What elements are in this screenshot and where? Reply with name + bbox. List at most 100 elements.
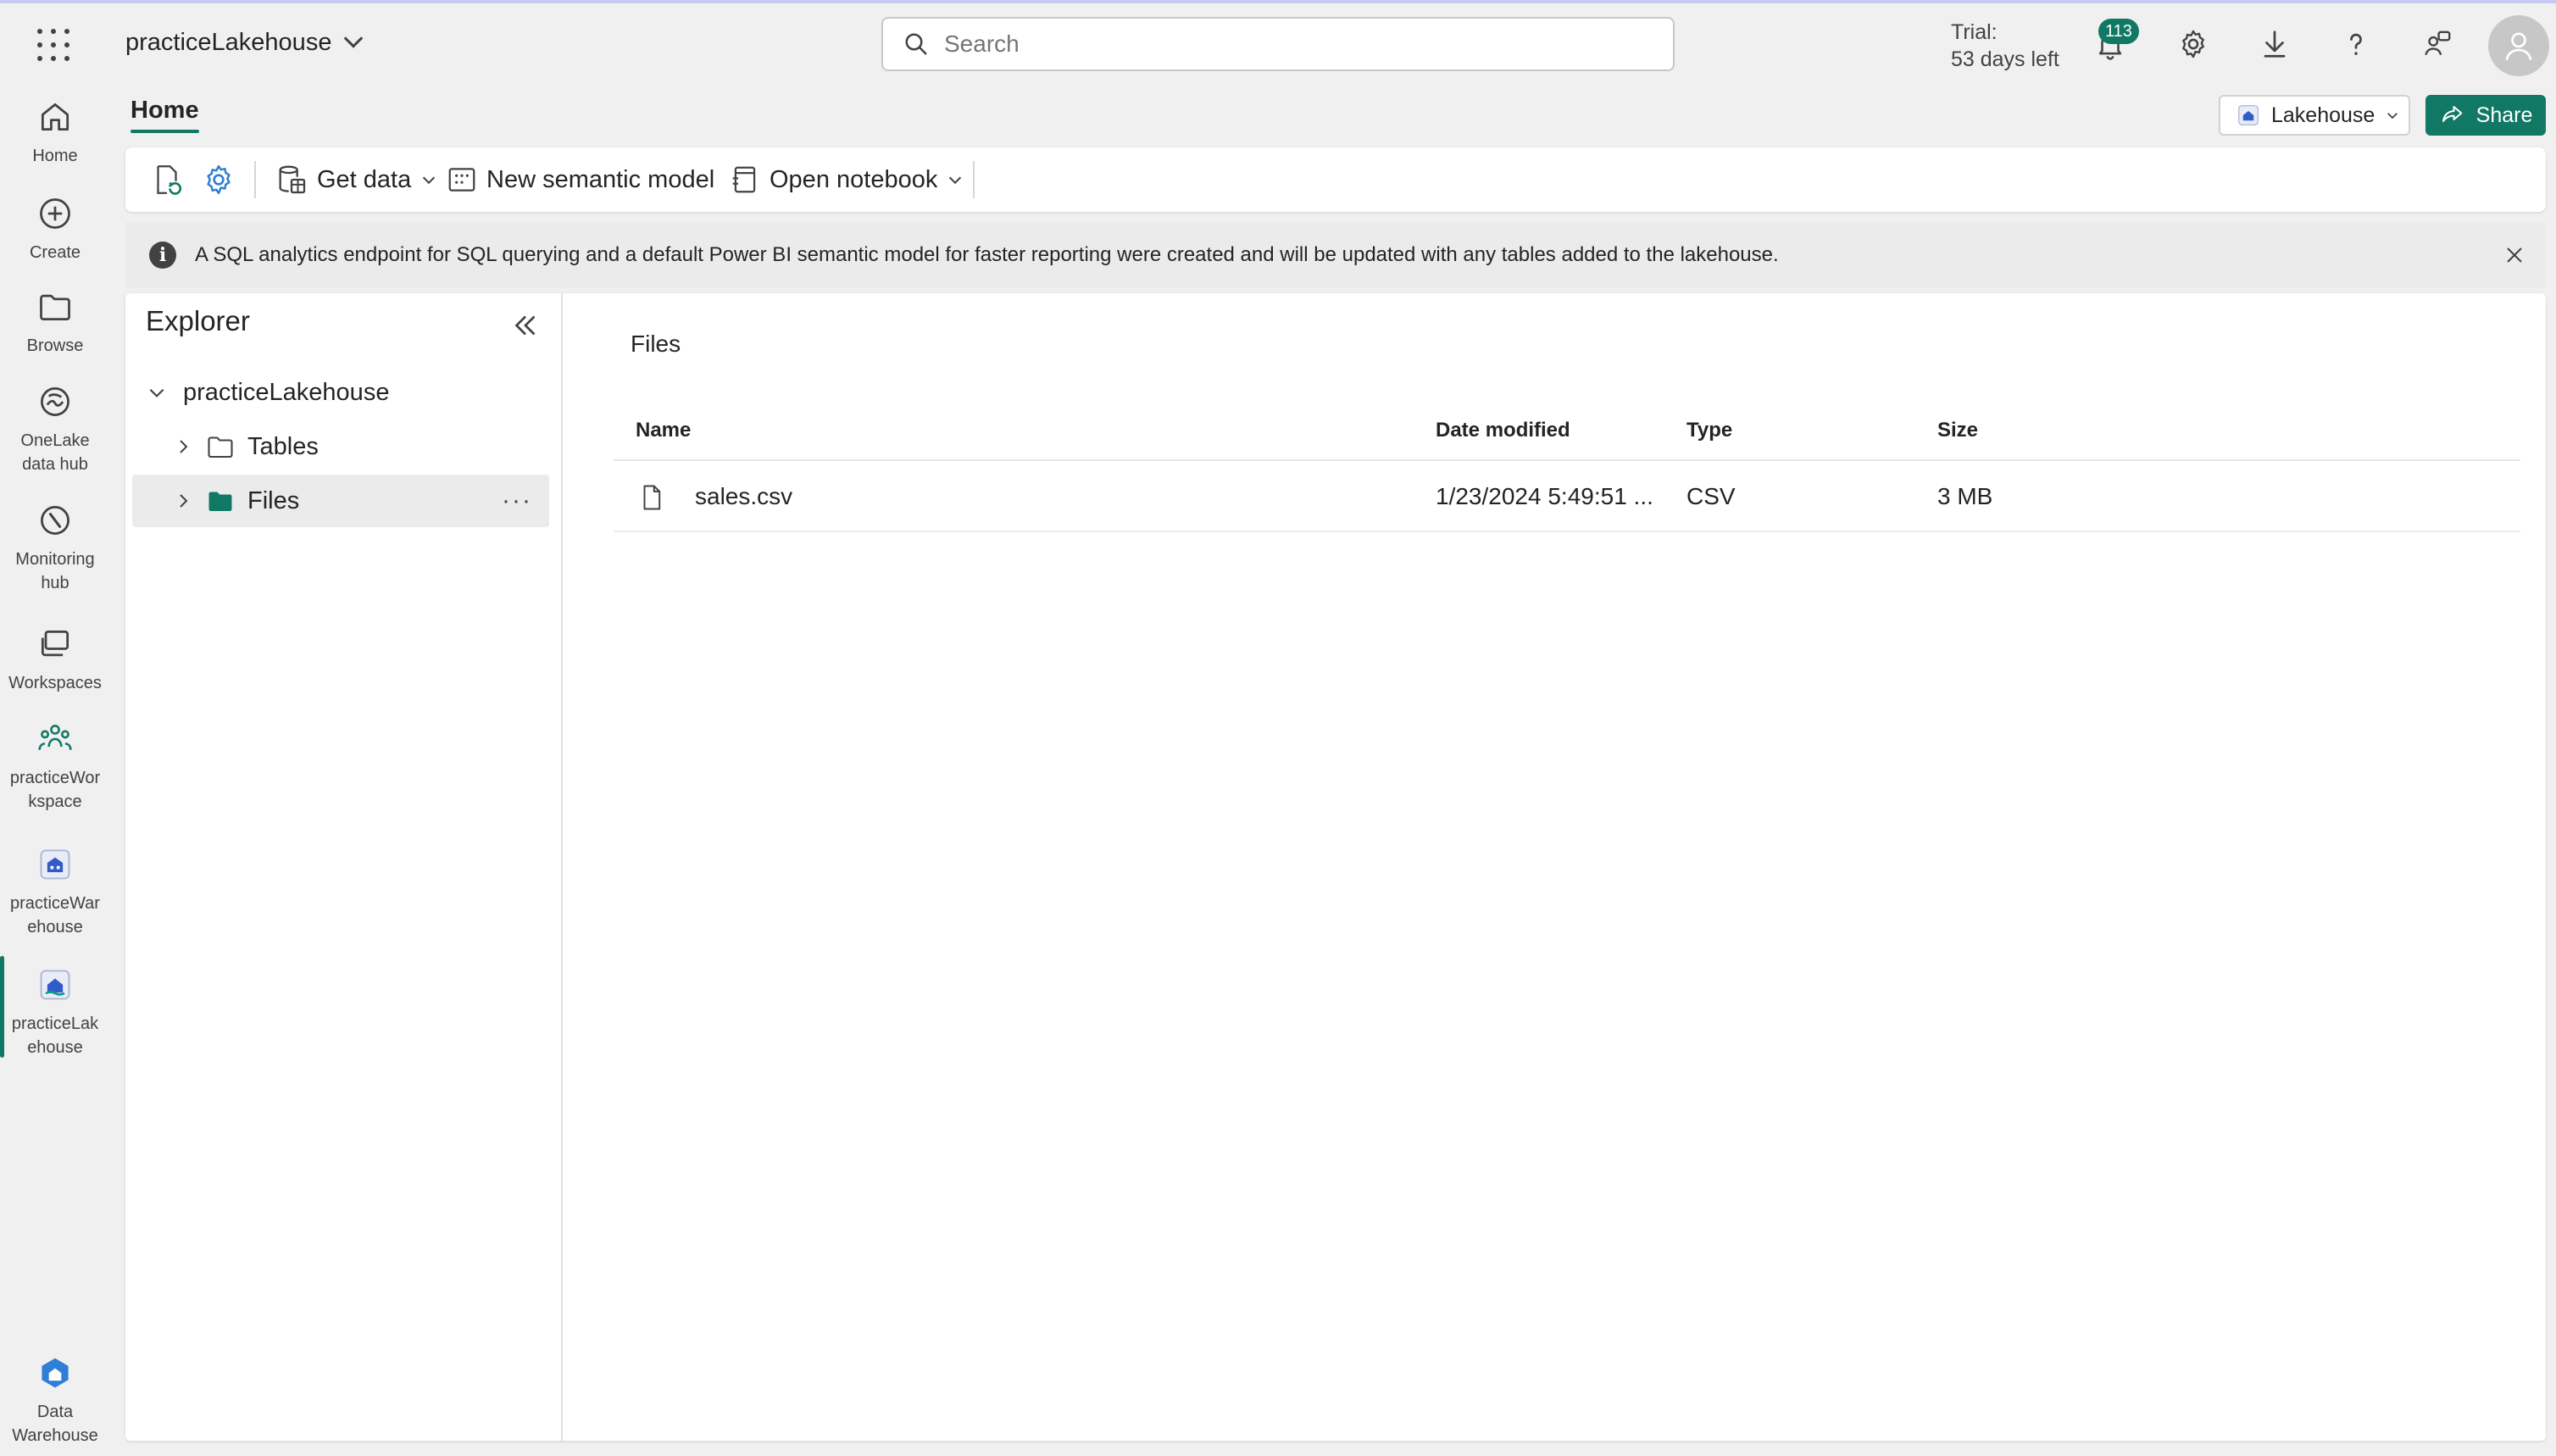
home-icon	[35, 97, 75, 137]
folder-icon	[208, 436, 233, 458]
row-divider	[614, 531, 2520, 532]
rail-label: data hub	[22, 455, 88, 474]
rail-item-practice-workspace[interactable]: practiceWor kspace	[0, 719, 110, 814]
share-button[interactable]: Share	[2425, 95, 2546, 136]
rail-label: practiceWar	[10, 894, 100, 913]
rail-label: practiceWor	[9, 769, 101, 787]
refresh-file-icon	[157, 165, 182, 195]
collapse-explorer-button[interactable]	[510, 310, 544, 344]
warehouse-icon	[35, 844, 75, 885]
rail-label: Create	[29, 243, 81, 262]
column-header-size[interactable]: Size	[1937, 419, 1978, 442]
chevron-down-icon	[423, 176, 436, 185]
monitor-icon	[35, 500, 75, 541]
search-input[interactable]	[944, 31, 1622, 58]
double-chevron-left-icon	[514, 315, 536, 336]
folder-icon	[35, 286, 75, 327]
tree-item-tables[interactable]: Tables	[132, 420, 549, 473]
user-icon	[2505, 32, 2532, 60]
workspaces-icon	[35, 624, 75, 664]
rail-item-data-warehouse[interactable]: Data Warehouse	[0, 1353, 110, 1448]
trial-days-left: 53 days left	[1951, 47, 2059, 71]
people-icon	[35, 719, 75, 759]
onelake-icon	[35, 381, 75, 422]
column-header-type[interactable]: Type	[1686, 419, 1732, 442]
gear-icon	[2182, 30, 2204, 58]
tree-item-files[interactable]: Files ···	[132, 475, 549, 527]
tab-home[interactable]: Home	[131, 97, 199, 133]
trial-status[interactable]: Trial: 53 days left	[1951, 19, 2059, 73]
file-icon	[643, 485, 661, 510]
info-message-text: A SQL analytics endpoint for SQL queryin…	[195, 243, 1779, 266]
tree-root-label: practiceLakehouse	[183, 378, 390, 406]
tree-item-label: Tables	[247, 432, 319, 460]
tree-root-lakehouse[interactable]: practiceLakehouse	[132, 366, 549, 419]
rail-item-create[interactable]: Create	[0, 193, 110, 264]
download-icon	[2264, 31, 2286, 58]
file-name[interactable]: sales.csv	[695, 483, 792, 510]
item-title: practiceLakehouse	[125, 29, 332, 56]
open-notebook-label: Open notebook	[770, 165, 938, 193]
column-header-name[interactable]: Name	[636, 419, 691, 442]
toolbar-divider	[254, 161, 256, 198]
gear-icon	[207, 164, 231, 195]
explorer-title: Explorer	[146, 305, 250, 336]
lakehouse-settings-button[interactable]	[202, 163, 236, 197]
question-mark-icon	[2350, 33, 2362, 55]
avatar[interactable]	[2488, 15, 2549, 76]
folder-filled-icon	[208, 492, 232, 511]
new-semantic-model-button[interactable]: New semantic model	[446, 163, 714, 197]
main-panel: Explorer practiceLakehouse Tables Files …	[125, 293, 2546, 1441]
chevron-down-icon	[2387, 113, 2398, 119]
rail-label: Monitoring	[15, 550, 95, 569]
feedback-button[interactable]	[2419, 25, 2456, 63]
more-options-icon[interactable]: ···	[502, 486, 532, 515]
search-icon	[905, 33, 927, 55]
database-icon	[279, 165, 306, 194]
rail-item-practice-lakehouse[interactable]: practiceLak ehouse	[0, 956, 110, 1059]
files-view: Files Name Date modified Type Size sales…	[563, 293, 2546, 1441]
trial-label: Trial:	[1951, 20, 1998, 44]
rail-label: Data	[36, 1403, 74, 1421]
dismiss-info-button[interactable]	[2500, 241, 2529, 270]
rail-label: hub	[41, 574, 69, 592]
lakehouse-mode-dropdown[interactable]: Lakehouse	[2219, 95, 2410, 136]
get-data-button[interactable]: Get data	[275, 163, 438, 197]
app-launcher-icon[interactable]	[37, 29, 71, 63]
open-notebook-button[interactable]: Open notebook	[729, 163, 964, 197]
info-message-bar: i A SQL analytics endpoint for SQL query…	[125, 222, 2546, 288]
ribbon-toolbar: Get data New semantic model Open noteboo…	[125, 147, 2546, 212]
data-warehouse-icon	[35, 1353, 75, 1393]
new-semantic-model-label: New semantic model	[486, 165, 715, 193]
help-button[interactable]	[2337, 25, 2375, 63]
search-box[interactable]	[881, 17, 1675, 71]
download-button[interactable]	[2256, 25, 2293, 63]
notification-count-badge: 113	[2098, 19, 2139, 44]
file-type: CSV	[1686, 483, 1736, 509]
chevron-right-icon	[180, 440, 188, 453]
rail-label: ehouse	[27, 1038, 83, 1057]
rail-label: Warehouse	[12, 1426, 98, 1445]
lakehouse-icon	[35, 964, 75, 1005]
item-switcher[interactable]: practiceLakehouse	[125, 28, 364, 57]
rail-label: kspace	[28, 792, 82, 811]
rail-item-practice-warehouse[interactable]: practiceWar ehouse	[0, 844, 110, 939]
rail-label: Home	[32, 147, 78, 165]
semantic-model-icon	[448, 168, 475, 192]
rail-label: OneLake	[20, 431, 90, 450]
rail-item-monitoring[interactable]: Monitoring hub	[0, 500, 110, 595]
column-header-date-modified[interactable]: Date modified	[1436, 419, 1570, 442]
lakehouse-icon	[2238, 105, 2259, 125]
close-icon	[2507, 247, 2522, 263]
settings-button[interactable]	[2175, 25, 2212, 63]
toolbar-divider	[973, 161, 975, 198]
rail-item-onelake[interactable]: OneLake data hub	[0, 381, 110, 476]
notebook-icon	[732, 166, 756, 193]
left-nav-rail: Home Create Browse OneLake data hub Moni…	[0, 85, 110, 1456]
rail-item-workspaces[interactable]: Workspaces	[0, 624, 110, 695]
rail-item-browse[interactable]: Browse	[0, 286, 110, 358]
rail-item-home[interactable]: Home	[0, 97, 110, 168]
refresh-button[interactable]	[149, 163, 185, 197]
header-divider	[614, 459, 2520, 461]
lakehouse-mode-label: Lakehouse	[2271, 103, 2375, 127]
